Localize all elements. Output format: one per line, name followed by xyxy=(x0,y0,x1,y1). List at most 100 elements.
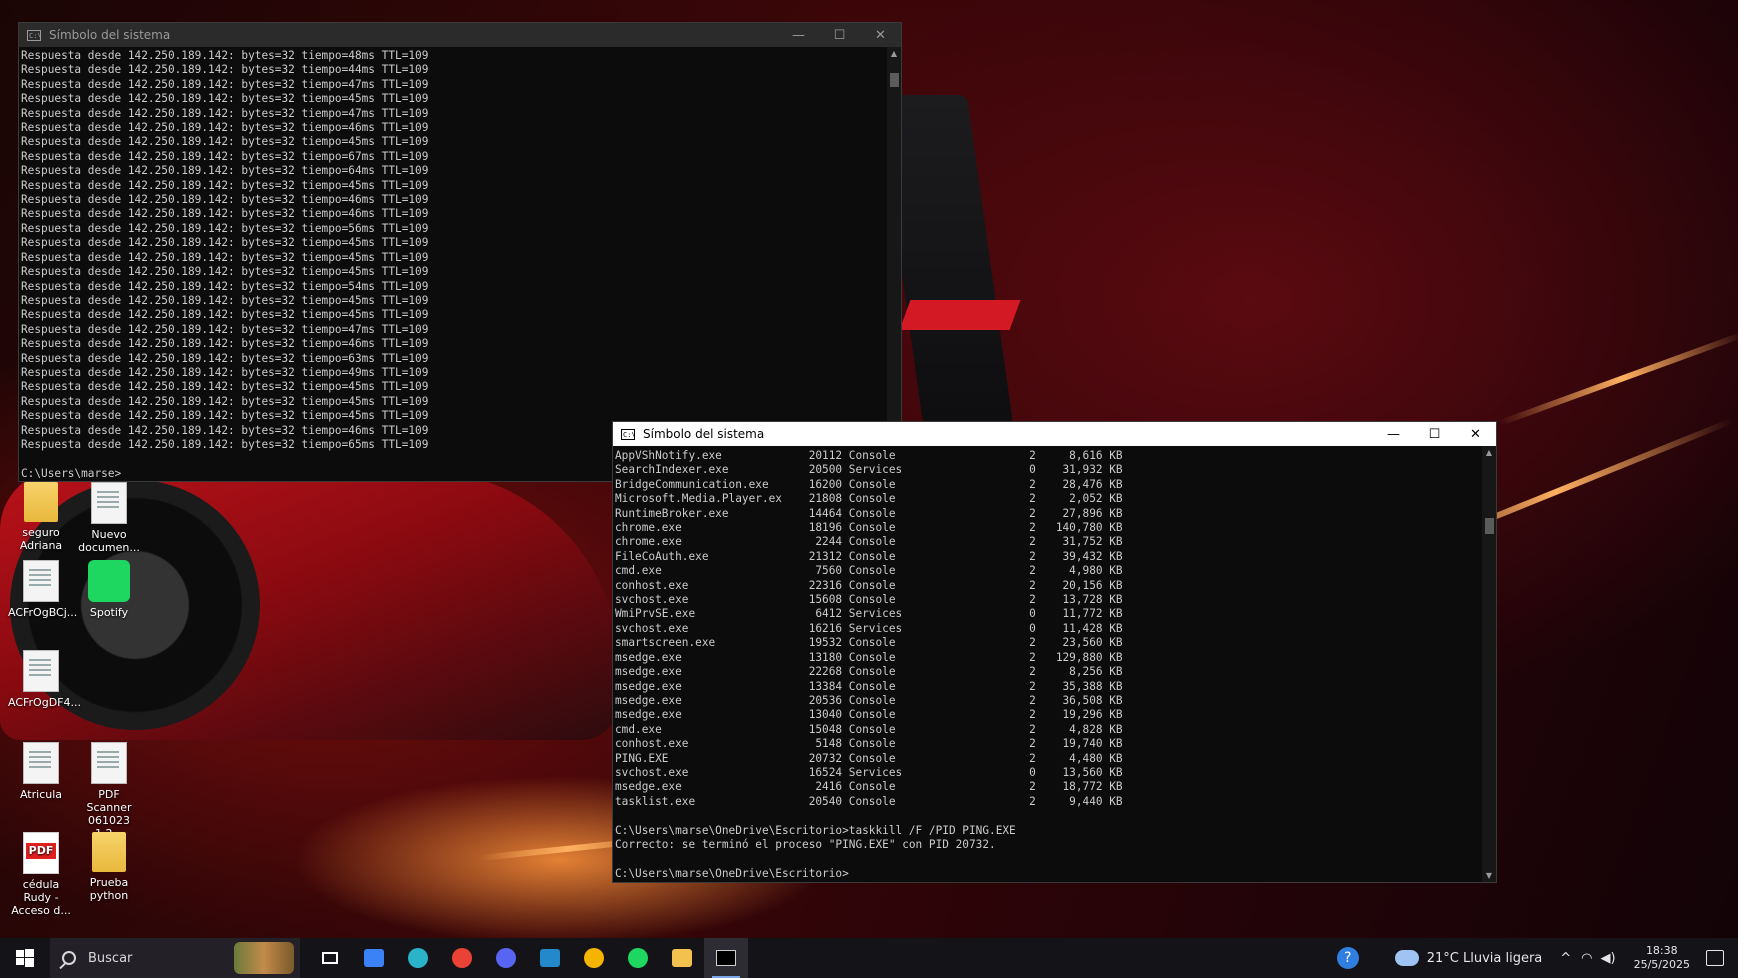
microsoft-store-icon xyxy=(364,949,384,967)
scrollbar-thumb[interactable] xyxy=(890,73,899,87)
tasklist-row: msedge.exe 13040 Console 2 19,296 KB xyxy=(615,708,1123,722)
console-line: Respuesta desde 142.250.189.142: bytes=3… xyxy=(21,265,429,279)
console-line: Respuesta desde 142.250.189.142: bytes=3… xyxy=(21,250,429,264)
desktop-icon[interactable]: ACFrOgBCj... xyxy=(8,560,78,619)
clock[interactable]: 18:38 25/5/2025 xyxy=(1624,944,1700,972)
console-line: Respuesta desde 142.250.189.142: bytes=3… xyxy=(21,106,429,120)
window-title: Símbolo del sistema xyxy=(643,427,765,441)
file-explorer-icon xyxy=(672,949,692,967)
desktop-icon[interactable]: Nuevo documen... xyxy=(76,482,142,554)
maximize-button[interactable]: ☐ xyxy=(1414,422,1455,446)
taskbar-app[interactable] xyxy=(660,938,704,978)
taskbar-search-box[interactable]: Buscar xyxy=(50,938,300,978)
clock-time: 18:38 xyxy=(1645,944,1678,957)
edge-document-icon xyxy=(23,742,59,784)
scroll-up-icon[interactable]: ▲ xyxy=(1482,448,1496,457)
notifications-icon[interactable] xyxy=(1706,950,1724,966)
console-line: Respuesta desde 142.250.189.142: bytes=3… xyxy=(21,207,429,221)
tasklist-row: BridgeCommunication.exe 16200 Console 2 … xyxy=(615,477,1123,491)
maximize-button[interactable]: ☐ xyxy=(819,23,860,47)
help-icon[interactable]: ? xyxy=(1336,947,1359,969)
cmd-icon: C:\ xyxy=(27,29,42,41)
vertical-scrollbar[interactable]: ▲ xyxy=(887,47,901,481)
console-output[interactable]: Respuesta desde 142.250.189.142: bytes=3… xyxy=(19,49,885,481)
windows-logo-icon xyxy=(16,949,34,967)
chrome-profile-icon xyxy=(584,948,604,968)
wallpaper-car-wing-accent xyxy=(899,300,1021,330)
console-line: Respuesta desde 142.250.189.142: bytes=3… xyxy=(21,193,429,207)
scroll-down-icon[interactable]: ▼ xyxy=(1482,871,1496,880)
close-button[interactable]: ✕ xyxy=(860,23,901,47)
console-line: Respuesta desde 142.250.189.142: bytes=3… xyxy=(21,221,429,235)
show-hidden-icons-button[interactable]: ^ xyxy=(1560,951,1571,966)
network-icon[interactable]: ◠ xyxy=(1581,951,1592,966)
command-prompt-window-ping[interactable]: C:\ Símbolo del sistema — ☐ ✕ Respuesta … xyxy=(18,22,902,482)
console-prompt[interactable]: C:\Users\marse\OneDrive\Escritorio> xyxy=(615,867,1480,881)
search-placeholder: Buscar xyxy=(88,950,133,966)
desktop-icon[interactable]: Prueba python xyxy=(76,832,142,902)
vertical-scrollbar[interactable]: ▲ ▼ xyxy=(1482,446,1496,882)
tasklist-row: msedge.exe 13180 Console 2 129,880 KB xyxy=(615,650,1123,664)
taskbar-app[interactable] xyxy=(616,938,660,978)
desktop-icon-label: ACFrOgBCj... xyxy=(8,606,78,619)
taskbar-app[interactable] xyxy=(440,938,484,978)
console-line: Respuesta desde 142.250.189.142: bytes=3… xyxy=(21,77,429,91)
minimize-button[interactable]: — xyxy=(1373,422,1414,446)
console-line: Respuesta desde 142.250.189.142: bytes=3… xyxy=(21,236,429,250)
console-line: Respuesta desde 142.250.189.142: bytes=3… xyxy=(21,49,429,62)
taskbar-app[interactable] xyxy=(572,938,616,978)
command-prompt-window-tasklist[interactable]: C:\ Símbolo del sistema — ☐ ✕ AppVShNoti… xyxy=(612,421,1497,883)
tasklist-row: conhost.exe 5148 Console 2 19,740 KB xyxy=(615,737,1123,751)
tasklist-row: Microsoft.Media.Player.ex 21808 Console … xyxy=(615,492,1123,506)
taskbar-app[interactable] xyxy=(396,938,440,978)
tasklist-row: msedge.exe 22268 Console 2 8,256 KB xyxy=(615,665,1123,679)
start-button[interactable] xyxy=(0,938,50,978)
close-button[interactable]: ✕ xyxy=(1455,422,1496,446)
spotify-icon xyxy=(88,560,130,602)
desktop-icon[interactable]: PDF cédula Rudy - Acceso d... xyxy=(8,832,74,917)
desktop-icon-label: Atricula xyxy=(19,788,63,801)
tasklist-row: PING.EXE 20732 Console 2 4,480 KB xyxy=(615,751,1123,765)
taskbar-app[interactable] xyxy=(484,938,528,978)
tasklist-row: msedge.exe 13384 Console 2 35,388 KB xyxy=(615,679,1123,693)
console-line: Respuesta desde 142.250.189.142: bytes=3… xyxy=(21,164,429,178)
edge-document-icon xyxy=(23,650,59,692)
tasklist-row: svchost.exe 16524 Services 0 13,560 KB xyxy=(615,765,1123,779)
tasklist-row: chrome.exe 18196 Console 2 140,780 KB xyxy=(615,521,1123,535)
title-bar[interactable]: C:\ Símbolo del sistema — ☐ ✕ xyxy=(19,23,901,47)
tasklist-row: FileCoAuth.exe 21312 Console 2 39,432 KB xyxy=(615,549,1123,563)
console-line: Respuesta desde 142.250.189.142: bytes=3… xyxy=(21,135,429,149)
desktop-icon-label: cédula Rudy - Acceso d... xyxy=(11,878,71,917)
console-output[interactable]: AppVShNotify.exe 20112 Console 2 8,616 K… xyxy=(613,449,1480,882)
edge-icon xyxy=(408,948,428,968)
desktop-icon-label: ACFrOgDF4... xyxy=(8,696,81,709)
tasklist-row: svchost.exe 15608 Console 2 13,728 KB xyxy=(615,593,1123,607)
taskbar-app[interactable] xyxy=(308,938,352,978)
desktop-icon-label: Spotify xyxy=(89,606,129,619)
console-line: Respuesta desde 142.250.189.142: bytes=3… xyxy=(21,380,429,394)
title-bar[interactable]: C:\ Símbolo del sistema — ☐ ✕ xyxy=(613,422,1496,446)
scroll-up-icon[interactable]: ▲ xyxy=(887,49,901,58)
desktop-icon[interactable]: Atricula xyxy=(8,742,74,801)
desktop-icon[interactable]: seguro Adriana xyxy=(8,482,74,552)
weather-status[interactable]: 21°C Lluvia ligera xyxy=(1427,951,1543,966)
console-line: Respuesta desde 142.250.189.142: bytes=3… xyxy=(21,279,429,293)
taskbar-app[interactable] xyxy=(352,938,396,978)
desktop-icon[interactable]: ACFrOgDF4... xyxy=(8,650,81,709)
desktop-icon[interactable]: PDF Scanner 061023 1.2... xyxy=(76,742,142,840)
console-line: Respuesta desde 142.250.189.142: bytes=3… xyxy=(21,121,429,135)
volume-icon[interactable]: ◀) xyxy=(1601,951,1616,966)
desktop-icon-label: Prueba python xyxy=(89,876,129,902)
taskbar-app[interactable] xyxy=(704,938,748,978)
wallpaper-light-streak xyxy=(1498,331,1738,426)
console-line: Respuesta desde 142.250.189.142: bytes=3… xyxy=(21,308,429,322)
taskbar-app[interactable] xyxy=(528,938,572,978)
desktop-icon[interactable]: Spotify xyxy=(76,560,142,619)
weather-cloud-icon xyxy=(1394,950,1419,966)
desktop-icon-label: Nuevo documen... xyxy=(78,528,140,554)
scrollbar-thumb[interactable] xyxy=(1485,518,1494,534)
terminal-icon xyxy=(716,950,736,966)
tasklist-row: chrome.exe 2244 Console 2 31,752 KB xyxy=(615,535,1123,549)
minimize-button[interactable]: — xyxy=(778,23,819,47)
tasklist-row: conhost.exe 22316 Console 2 20,156 KB xyxy=(615,578,1123,592)
